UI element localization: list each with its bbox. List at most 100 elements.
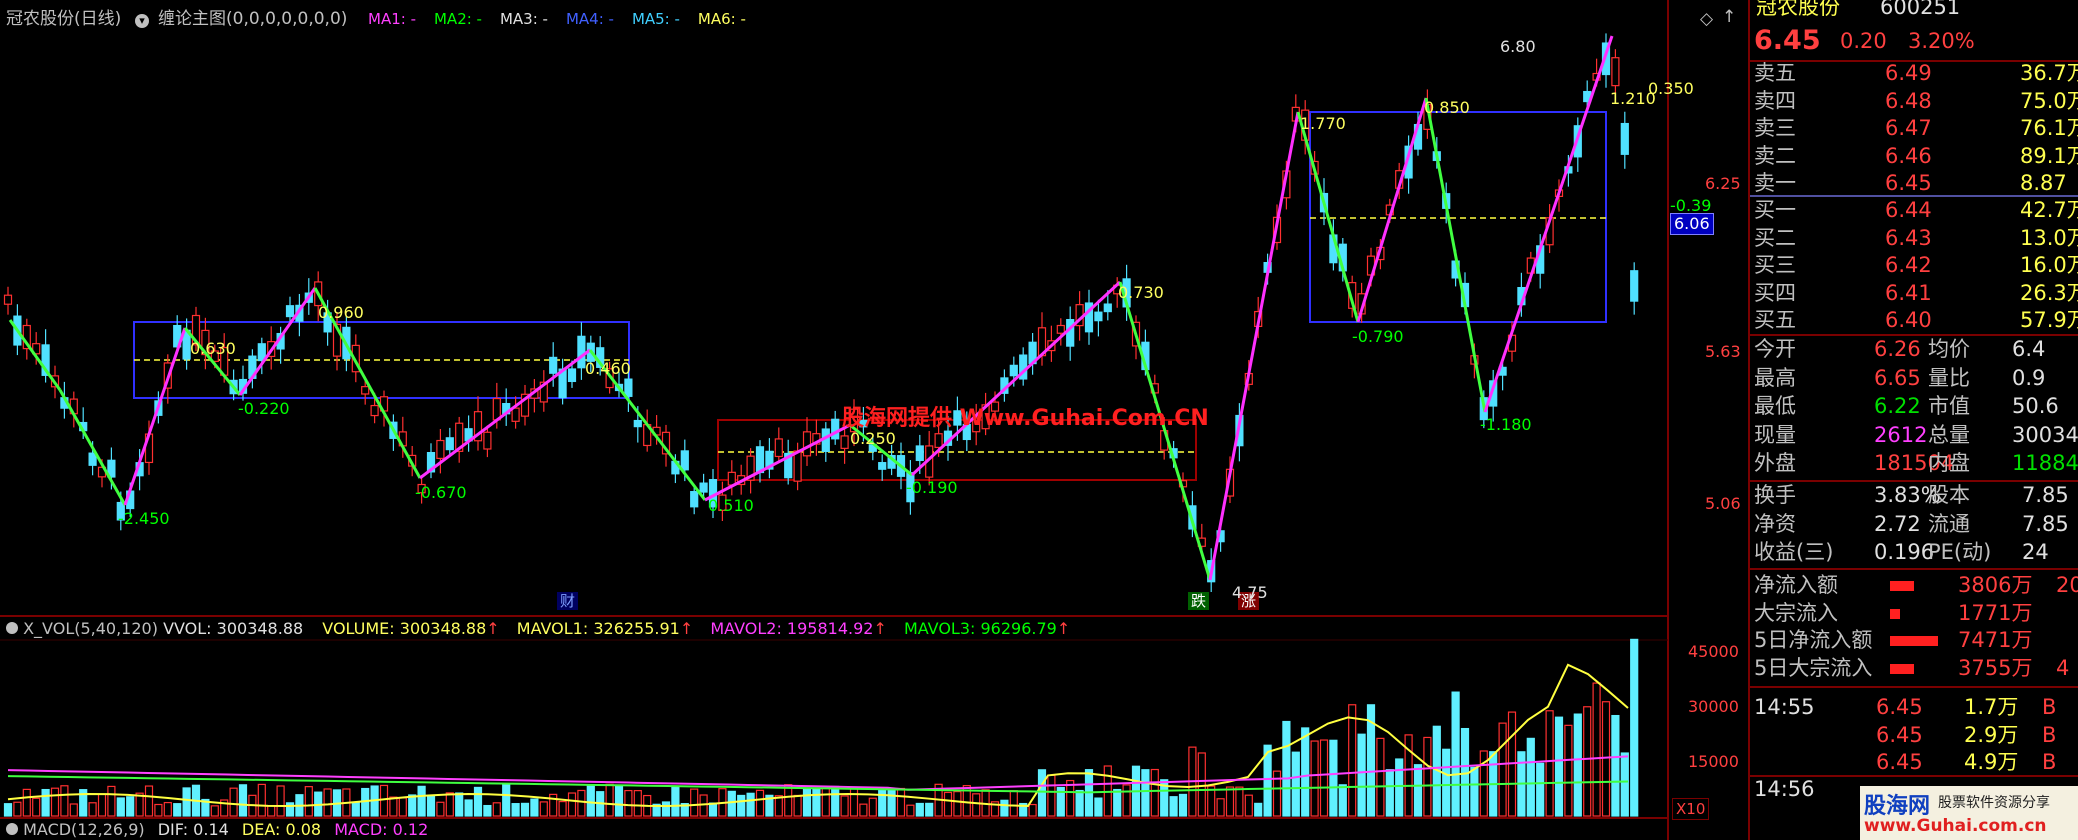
volume-bar [511, 803, 520, 817]
bids-row[interactable]: 买三 6.42 16.0万 [1750, 252, 2078, 279]
book-volume: 36.7万 [2020, 61, 2078, 85]
book-label: 卖二 [1754, 143, 1796, 168]
volume-bar [1028, 803, 1037, 817]
volume-bar [1216, 798, 1225, 817]
stat-value: 6.26 [1874, 337, 1921, 361]
volume-bar [483, 804, 492, 817]
volume-bar [173, 803, 182, 817]
volume-bar [953, 791, 962, 817]
volume-bar [1564, 724, 1573, 817]
tick-price: 6.45 [1876, 695, 1923, 719]
fund-row: 收益(三) 0.196 PE(动) 24 [1750, 539, 2078, 566]
event-tag-die[interactable]: 跌 [1188, 592, 1210, 610]
candle-body [680, 450, 689, 471]
book-label: 卖四 [1754, 88, 1796, 113]
vol-axis-label: 30000 [1688, 697, 1739, 716]
candle-body [1009, 364, 1018, 377]
fund-label: 收益(三) [1754, 540, 1834, 564]
tick-row[interactable]: 6.45 1.7万 B [1750, 694, 2078, 721]
volume-bar [1442, 748, 1451, 817]
fund-label: 流通 [1928, 511, 1970, 536]
tick-row[interactable]: 6.45 4.9万 B [1750, 749, 2078, 776]
volume-bar [1047, 774, 1056, 817]
watermark-text: 股海网提供 Www.Guhai.Com.CN [842, 406, 1209, 431]
volume-bar [1545, 710, 1554, 817]
candle-body [727, 471, 736, 486]
bids-row[interactable]: 买一 6.44 42.7万 [1750, 197, 2078, 224]
volume-bar [624, 789, 633, 817]
chart-area[interactable]: 冠农股份(日线) ▾ 缠论主图(0,0,0,0,0,0,0) MA1: - MA2… [0, 0, 1748, 840]
volume-bar [351, 802, 360, 817]
book-price: 6.44 [1885, 198, 1932, 222]
volume-bar [50, 787, 60, 817]
flow-bar [1890, 608, 1900, 619]
mavol1-line [7, 663, 1629, 807]
bids-row[interactable]: 买四 6.41 26.3万 [1750, 280, 2078, 307]
stat-label: 现量 [1754, 422, 1796, 447]
volume-bar [22, 788, 31, 817]
book-volume: 13.0万 [2020, 225, 2078, 250]
volume-bar [1357, 733, 1366, 817]
candle-body [370, 404, 379, 417]
volume-bar [182, 787, 191, 817]
event-tag-cai[interactable]: 财 [557, 592, 579, 610]
indicator-name[interactable]: 缠论主图(0,0,0,0,0,0,0) [158, 8, 347, 30]
volume-bar [116, 797, 125, 817]
stat-value: 2612 [1874, 422, 1928, 447]
asks-row[interactable]: 卖四 6.48 75.0万 [1750, 88, 2078, 115]
settings-icon[interactable]: ◇ [1700, 8, 1713, 30]
pivot-label: -0.190 [906, 478, 958, 497]
asks-row[interactable]: 卖三 6.47 76.1万 [1750, 115, 2078, 142]
bids-row[interactable]: 买二 6.43 13.0万 [1750, 225, 2078, 252]
volume-bar [1423, 736, 1432, 817]
price-axis-label: 5.06 [1705, 494, 1741, 513]
volume-bar [1498, 722, 1507, 817]
flow-label: 大宗流入 [1754, 600, 1838, 625]
volume-bar [492, 802, 501, 817]
candle-body [878, 462, 887, 470]
flow-value: 3806万 [1958, 573, 2033, 597]
pivot-label: -0.790 [1352, 327, 1404, 346]
volume-bar [1470, 766, 1479, 817]
fund-label: 股本 [1928, 483, 1970, 507]
book-volume: 8.87 [2020, 171, 2067, 195]
volume-bar [426, 794, 436, 817]
indicator-toggle-icon[interactable]: ▾ [135, 8, 149, 30]
asks-row[interactable]: 卖五 6.49 36.7万 [1750, 60, 2078, 87]
volume-bar [906, 804, 915, 817]
volume-bar [1338, 784, 1347, 817]
volume-bar [1601, 701, 1611, 817]
tick-row[interactable]: 6.45 2.9万 B [1750, 722, 2078, 749]
book-price: 6.40 [1885, 308, 1932, 332]
tick-dir: B [2042, 750, 2057, 774]
volume-bar [1536, 762, 1545, 817]
volume-bar [802, 787, 812, 817]
asks-row[interactable]: 卖一 6.45 8.87 [1750, 170, 2078, 197]
vol-scale[interactable]: X10 [1672, 798, 1710, 820]
asks-row[interactable]: 卖二 6.46 89.1万 [1750, 143, 2078, 170]
ma-label: MA2: - [433, 10, 482, 28]
volume-bar [671, 786, 680, 817]
book-volume: 42.7万 [2020, 198, 2078, 222]
pivot-label: 6.80 [1500, 37, 1536, 56]
volume-bar [1395, 758, 1404, 817]
stat-row: 最低 6.22 市值 50.6 [1750, 393, 2078, 420]
bi-stroke [1356, 97, 1428, 323]
ma-label: MA6: - [697, 10, 746, 28]
volume-bar [586, 784, 595, 817]
volume-bar [1141, 769, 1150, 817]
up-arrow-icon[interactable]: ↑ [1722, 6, 1736, 28]
volume-bar [1573, 713, 1582, 817]
flow-extra: 4 [2056, 655, 2070, 680]
pivot-label: 1.770 [1300, 114, 1346, 133]
bids-row[interactable]: 买五 6.40 57.9万 [1750, 307, 2078, 334]
volume-bar [727, 790, 736, 817]
volume-bar [1554, 716, 1564, 817]
candle-body [445, 437, 454, 451]
volume-bar [389, 796, 398, 817]
volume-bar [1526, 737, 1535, 817]
pivot-label: 4.75 [1232, 583, 1268, 602]
flow-row: 5日大宗流入 3755万 4 [1750, 655, 2078, 682]
stat-value: 11884 [2012, 451, 2078, 475]
volume-bar [144, 785, 154, 817]
